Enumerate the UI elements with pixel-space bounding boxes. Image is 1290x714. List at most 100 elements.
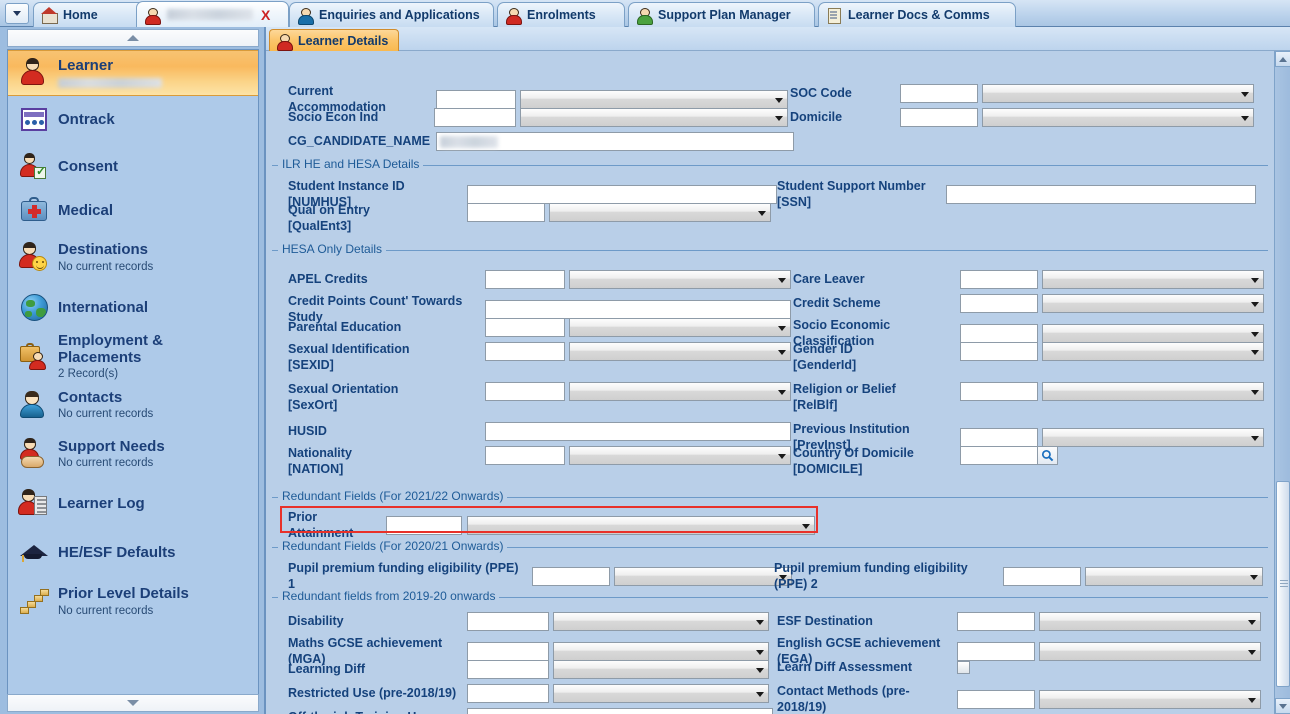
form-vertical-scrollbar[interactable]	[1274, 51, 1290, 714]
field-label: Qual on Entry [QualEnt3]	[288, 203, 370, 233]
soc-code-combo[interactable]	[982, 84, 1254, 103]
field-label: Socio Econ Ind	[288, 109, 379, 124]
gender-id-code-input[interactable]	[960, 342, 1038, 361]
ppe-1-combo[interactable]	[614, 567, 792, 587]
chevron-down-icon	[778, 325, 786, 331]
parental-education-code-input[interactable]	[485, 318, 565, 337]
esf-destination-combo[interactable]	[1039, 612, 1261, 631]
socio-economic-classification-combo[interactable]	[1042, 324, 1264, 344]
religion-or-belief-code-input[interactable]	[960, 382, 1038, 401]
prior-attainment-combo[interactable]	[467, 516, 815, 536]
sidebar-scroll-up-button[interactable]	[7, 29, 259, 47]
english-gcse-combo[interactable]	[1039, 642, 1261, 662]
learning-diff-code-input[interactable]	[467, 660, 549, 679]
field-ppe-1: Pupil premium funding eligibility (PPE) …	[288, 561, 792, 592]
learn-diff-assessment-checkbox[interactable]	[957, 661, 970, 675]
care-leaver-code-input[interactable]	[960, 270, 1038, 289]
tab-home[interactable]: Home	[33, 2, 151, 27]
tab-learner-details[interactable]: Learner Details	[269, 29, 400, 51]
nationality-combo[interactable]	[569, 446, 791, 465]
ppe-2-combo[interactable]	[1085, 567, 1263, 587]
student-instance-id-input[interactable]	[467, 185, 777, 205]
domicile-code-input[interactable]	[900, 108, 978, 127]
sidebar-item-sublabel: No current records	[58, 408, 154, 421]
tab-learner-docs-and-comms[interactable]: Learner Docs & Comms	[818, 2, 1016, 27]
credit-scheme-code-input[interactable]	[960, 294, 1038, 313]
tab-support-plan-manager[interactable]: Support Plan Manager	[628, 2, 815, 27]
sexual-orientation-code-input[interactable]	[485, 382, 565, 401]
sexual-identification-combo[interactable]	[569, 342, 791, 361]
disability-combo[interactable]	[553, 612, 769, 631]
qual-on-entry-code-input[interactable]	[467, 203, 545, 222]
care-leaver-combo[interactable]	[1042, 270, 1264, 289]
esf-destination-code-input[interactable]	[957, 612, 1035, 631]
credit-scheme-combo[interactable]	[1042, 294, 1264, 313]
sidebar-item-contacts[interactable]: Contacts No current records	[8, 381, 258, 430]
sidebar-scroll-down-button[interactable]	[7, 694, 259, 712]
sidebar-item-consent[interactable]: Consent	[8, 145, 258, 189]
scrollbar-thumb[interactable]	[1276, 481, 1290, 687]
soc-code-code-input[interactable]	[900, 84, 978, 103]
tab-learner-active[interactable]: X	[136, 1, 289, 27]
tab-enquiries-and-applications[interactable]: Enquiries and Applications	[289, 2, 494, 27]
student-support-number-input[interactable]	[946, 185, 1256, 205]
sexual-identification-code-input[interactable]	[485, 342, 565, 361]
sidebar-item-medical[interactable]: Medical	[8, 189, 258, 233]
religion-or-belief-combo[interactable]	[1042, 382, 1264, 401]
person-icon	[276, 33, 293, 51]
credit-points-count-input[interactable]	[485, 300, 791, 320]
husid-input[interactable]	[485, 422, 791, 441]
restricted-use-code-input[interactable]	[467, 684, 549, 703]
restricted-use-combo[interactable]	[553, 684, 769, 703]
disability-code-input[interactable]	[467, 612, 549, 631]
sidebar-item-learner-log[interactable]: Learner Log	[8, 479, 258, 529]
current-accommodation-code-input[interactable]	[436, 90, 516, 110]
apel-credits-combo[interactable]	[569, 270, 791, 289]
group-title: Redundant Fields (For 2021/22 Onwards)	[278, 489, 508, 503]
qual-on-entry-combo[interactable]	[549, 203, 771, 222]
sidebar-item-support-needs[interactable]: Support Needs No current records	[8, 430, 258, 479]
learning-diff-combo[interactable]	[553, 660, 769, 679]
maths-gcse-code-input[interactable]	[467, 642, 549, 662]
nationality-code-input[interactable]	[485, 446, 565, 465]
socio-economic-classification-code-input[interactable]	[960, 324, 1038, 344]
gender-id-combo[interactable]	[1042, 342, 1264, 361]
prior-attainment-code-input[interactable]	[386, 516, 462, 536]
off-the-job-training-hours-input[interactable]	[467, 708, 773, 714]
tab-close-icon[interactable]: X	[261, 8, 270, 22]
chevron-down-icon	[1248, 649, 1256, 655]
sidebar-item-he-esf-defaults[interactable]: HE/ESF Defaults	[8, 529, 258, 577]
contact-methods-combo[interactable]	[1039, 690, 1261, 710]
domicile-combo[interactable]	[982, 108, 1254, 127]
parental-education-combo[interactable]	[569, 318, 791, 337]
scrollbar-down-button[interactable]	[1275, 698, 1290, 714]
apel-credits-code-input[interactable]	[485, 270, 565, 289]
previous-institution-code-input[interactable]	[960, 428, 1038, 448]
current-accommodation-combo[interactable]	[520, 90, 788, 110]
scrollbar-up-button[interactable]	[1275, 51, 1290, 67]
sidebar-item-international[interactable]: International	[8, 283, 258, 333]
sidebar-item-learner[interactable]: Learner	[8, 50, 258, 96]
socio-econ-ind-combo[interactable]	[520, 108, 788, 127]
magnifier-icon[interactable]	[1038, 446, 1058, 465]
ppe-1-code-input[interactable]	[532, 567, 610, 587]
sidebar-item-prior-level-details[interactable]: Prior Level Details No current records	[8, 577, 258, 627]
sidebar-item-ontrack[interactable]: Ontrack	[8, 96, 258, 145]
socio-econ-ind-code-input[interactable]	[434, 108, 516, 127]
english-gcse-code-input[interactable]	[957, 642, 1035, 662]
field-label: Contact Methods (pre-2018/19)	[777, 684, 910, 714]
tab-list-dropdown-button[interactable]	[5, 3, 29, 24]
handshake-person-icon	[18, 437, 52, 471]
tab-enrolments[interactable]: Enrolments	[497, 2, 625, 27]
sidebar-item-employment-and-placements[interactable]: Employment & Placements 2 Record(s)	[8, 332, 258, 381]
sidebar-item-destinations[interactable]: Destinations No current records	[8, 233, 258, 283]
field-label: ESF Destination	[777, 613, 873, 628]
previous-institution-combo[interactable]	[1042, 428, 1264, 448]
sexual-orientation-combo[interactable]	[569, 382, 791, 401]
field-label: CG_CANDIDATE_NAME	[288, 133, 431, 148]
country-of-domicile-code-input[interactable]	[960, 446, 1038, 465]
contact-methods-code-input[interactable]	[957, 690, 1035, 710]
cg-candidate-name-input[interactable]	[436, 132, 794, 151]
ppe-2-code-input[interactable]	[1003, 567, 1081, 587]
maths-gcse-combo[interactable]	[553, 642, 769, 662]
